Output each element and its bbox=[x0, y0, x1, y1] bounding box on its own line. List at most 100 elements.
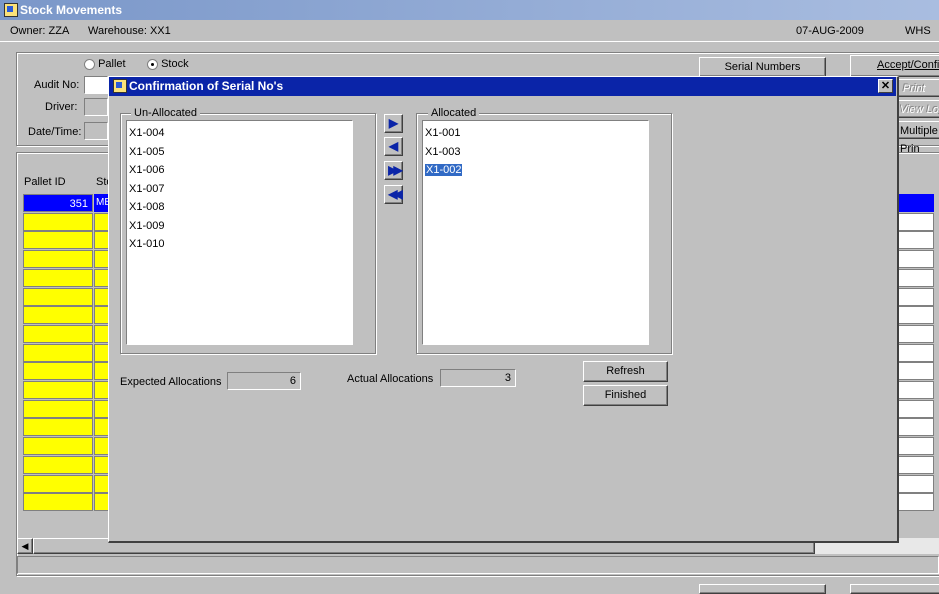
list-item[interactable]: X1-001 bbox=[423, 124, 648, 143]
dialog-title-bar: Confirmation of Serial No's ✕ bbox=[109, 77, 896, 96]
row-end-cell[interactable] bbox=[898, 250, 934, 269]
pallet-id-cell[interactable] bbox=[23, 306, 93, 325]
pallet-id-cell-selected[interactable]: 351 bbox=[23, 194, 93, 212]
driver-input[interactable] bbox=[84, 98, 108, 116]
dialog-app-icon bbox=[113, 79, 127, 93]
serial-number: X1-005 bbox=[129, 145, 165, 158]
pallet-id-cell[interactable] bbox=[23, 343, 93, 362]
dialog-title: Confirmation of Serial No's bbox=[129, 79, 284, 93]
warehouse-text: Warehouse: XX1 bbox=[88, 25, 171, 37]
print-button[interactable]: Print bbox=[898, 79, 939, 97]
serial-number: X1-001 bbox=[425, 127, 461, 139]
list-item[interactable]: X1-002 bbox=[423, 161, 648, 180]
move-all-left-icon[interactable]: ◀◀ bbox=[384, 185, 403, 204]
actual-allocations-value: 3 bbox=[440, 369, 516, 387]
app-icon bbox=[4, 3, 18, 17]
pallet-id-cell[interactable] bbox=[23, 250, 93, 269]
pallet-id-cell[interactable] bbox=[23, 418, 93, 437]
date-text: 07-AUG-2009 bbox=[796, 25, 864, 37]
row-end-cell[interactable] bbox=[898, 455, 934, 474]
driver-label: Driver: bbox=[45, 101, 78, 113]
audit-label: Audit No: bbox=[34, 79, 80, 91]
allocated-list[interactable]: X1-001 X1-003 X1-002 bbox=[422, 120, 649, 345]
serial-number: X1-007 bbox=[129, 182, 165, 195]
serial-number: X1-010 bbox=[129, 238, 165, 250]
pallet-id-cell[interactable] bbox=[23, 381, 93, 399]
view-log-button[interactable]: View Log bbox=[898, 100, 939, 118]
radio-stock-circle[interactable] bbox=[147, 58, 158, 70]
radio-stock-label: Stock bbox=[161, 58, 189, 70]
serial-number: X1-002 bbox=[425, 164, 463, 176]
row-end-cell[interactable] bbox=[898, 287, 934, 306]
serial-number: X1-004 bbox=[129, 127, 165, 139]
row-end-cell[interactable] bbox=[898, 381, 934, 399]
row-end-cell[interactable] bbox=[898, 324, 934, 343]
list-item[interactable]: X1-008 bbox=[127, 198, 352, 217]
list-item[interactable]: X1-004 bbox=[127, 124, 352, 143]
info-bar: Owner: ZZA Warehouse: XX1 07-AUG-2009 WH… bbox=[0, 21, 939, 42]
list-item[interactable]: X1-009 bbox=[127, 217, 352, 236]
row-end-cell[interactable] bbox=[898, 268, 934, 287]
close-icon[interactable]: ✕ bbox=[878, 79, 893, 93]
list-item[interactable]: X1-005 bbox=[127, 143, 352, 162]
row-end-cell[interactable] bbox=[898, 212, 934, 231]
row-end-cell[interactable] bbox=[898, 306, 934, 325]
list-item[interactable]: X1-003 bbox=[423, 143, 648, 162]
row-end-cell[interactable] bbox=[898, 493, 934, 512]
pallet-id-cell[interactable] bbox=[23, 287, 93, 306]
move-right-icon[interactable]: ▶ bbox=[384, 114, 403, 133]
col-pallet-id: Pallet ID bbox=[24, 176, 66, 188]
row-end-cell[interactable] bbox=[898, 399, 934, 418]
list-item[interactable]: X1-007 bbox=[127, 180, 352, 199]
status-bar bbox=[17, 556, 939, 574]
finished-button[interactable]: Finished bbox=[583, 385, 668, 406]
window-title: Stock Movements bbox=[20, 3, 123, 17]
pallet-id-cell[interactable] bbox=[23, 268, 93, 287]
refresh-button[interactable]: Refresh bbox=[583, 361, 668, 382]
move-left-icon[interactable]: ◀ bbox=[384, 137, 403, 156]
bottom-button-right[interactable] bbox=[850, 584, 939, 594]
row-end-cell[interactable] bbox=[898, 474, 934, 493]
list-item[interactable]: X1-010 bbox=[127, 235, 352, 254]
row-end-cell-selected[interactable] bbox=[898, 194, 934, 212]
serial-confirmation-dialog: Confirmation of Serial No's ✕ Un-Allocat… bbox=[108, 76, 899, 543]
radio-stock[interactable]: Stock bbox=[147, 58, 189, 70]
row-end-cell[interactable] bbox=[898, 362, 934, 381]
whs-text: WHS bbox=[905, 25, 931, 37]
radio-pallet-circle[interactable] bbox=[84, 58, 95, 70]
list-item[interactable]: X1-006 bbox=[127, 161, 352, 180]
row-end-cell[interactable] bbox=[898, 418, 934, 437]
expected-allocations-label: Expected Allocations bbox=[120, 376, 222, 388]
pallet-id-cell[interactable] bbox=[23, 231, 93, 250]
multiple-print-button[interactable]: Multiple Prin bbox=[898, 121, 939, 155]
pallet-id-cell[interactable] bbox=[23, 324, 93, 343]
pallet-id-cell[interactable] bbox=[23, 437, 93, 456]
serial-number: X1-006 bbox=[129, 164, 165, 176]
datetime-input[interactable] bbox=[84, 122, 108, 140]
expected-allocations-value: 6 bbox=[227, 372, 301, 390]
pallet-id-cell[interactable] bbox=[23, 455, 93, 474]
allocated-label: Allocated bbox=[428, 107, 480, 119]
bottom-button-left[interactable] bbox=[699, 584, 826, 594]
accept-confirm-button[interactable]: Accept/Confi bbox=[850, 55, 939, 77]
unallocated-label: Un-Allocated bbox=[131, 107, 200, 119]
pallet-id-cell[interactable] bbox=[23, 493, 93, 512]
scroll-left-button[interactable]: ◀ bbox=[17, 538, 33, 554]
window-title-bar: Stock Movements bbox=[0, 0, 939, 20]
row-end-cell[interactable] bbox=[898, 343, 934, 362]
unallocated-list[interactable]: X1-004 X1-005 X1-006 X1-007 X1-008 X1-009 X1-0… bbox=[126, 120, 353, 345]
pallet-id-cell[interactable] bbox=[23, 399, 93, 418]
radio-pallet[interactable]: Pallet bbox=[84, 58, 126, 70]
audit-input[interactable] bbox=[84, 76, 108, 94]
serial-numbers-button[interactable]: Serial Numbers bbox=[699, 57, 826, 77]
radio-pallet-label: Pallet bbox=[98, 58, 126, 70]
row-end-cell[interactable] bbox=[898, 231, 934, 250]
pallet-id-cell[interactable] bbox=[23, 362, 93, 381]
pallet-id-cell[interactable] bbox=[23, 212, 93, 231]
actual-allocations-label: Actual Allocations bbox=[347, 373, 434, 385]
pallet-id-cell[interactable] bbox=[23, 474, 93, 493]
move-all-right-icon[interactable]: ▶▶ bbox=[384, 161, 403, 180]
serial-number: X1-008 bbox=[129, 201, 165, 213]
datetime-label: Date/Time: bbox=[28, 126, 82, 138]
row-end-cell[interactable] bbox=[898, 437, 934, 456]
